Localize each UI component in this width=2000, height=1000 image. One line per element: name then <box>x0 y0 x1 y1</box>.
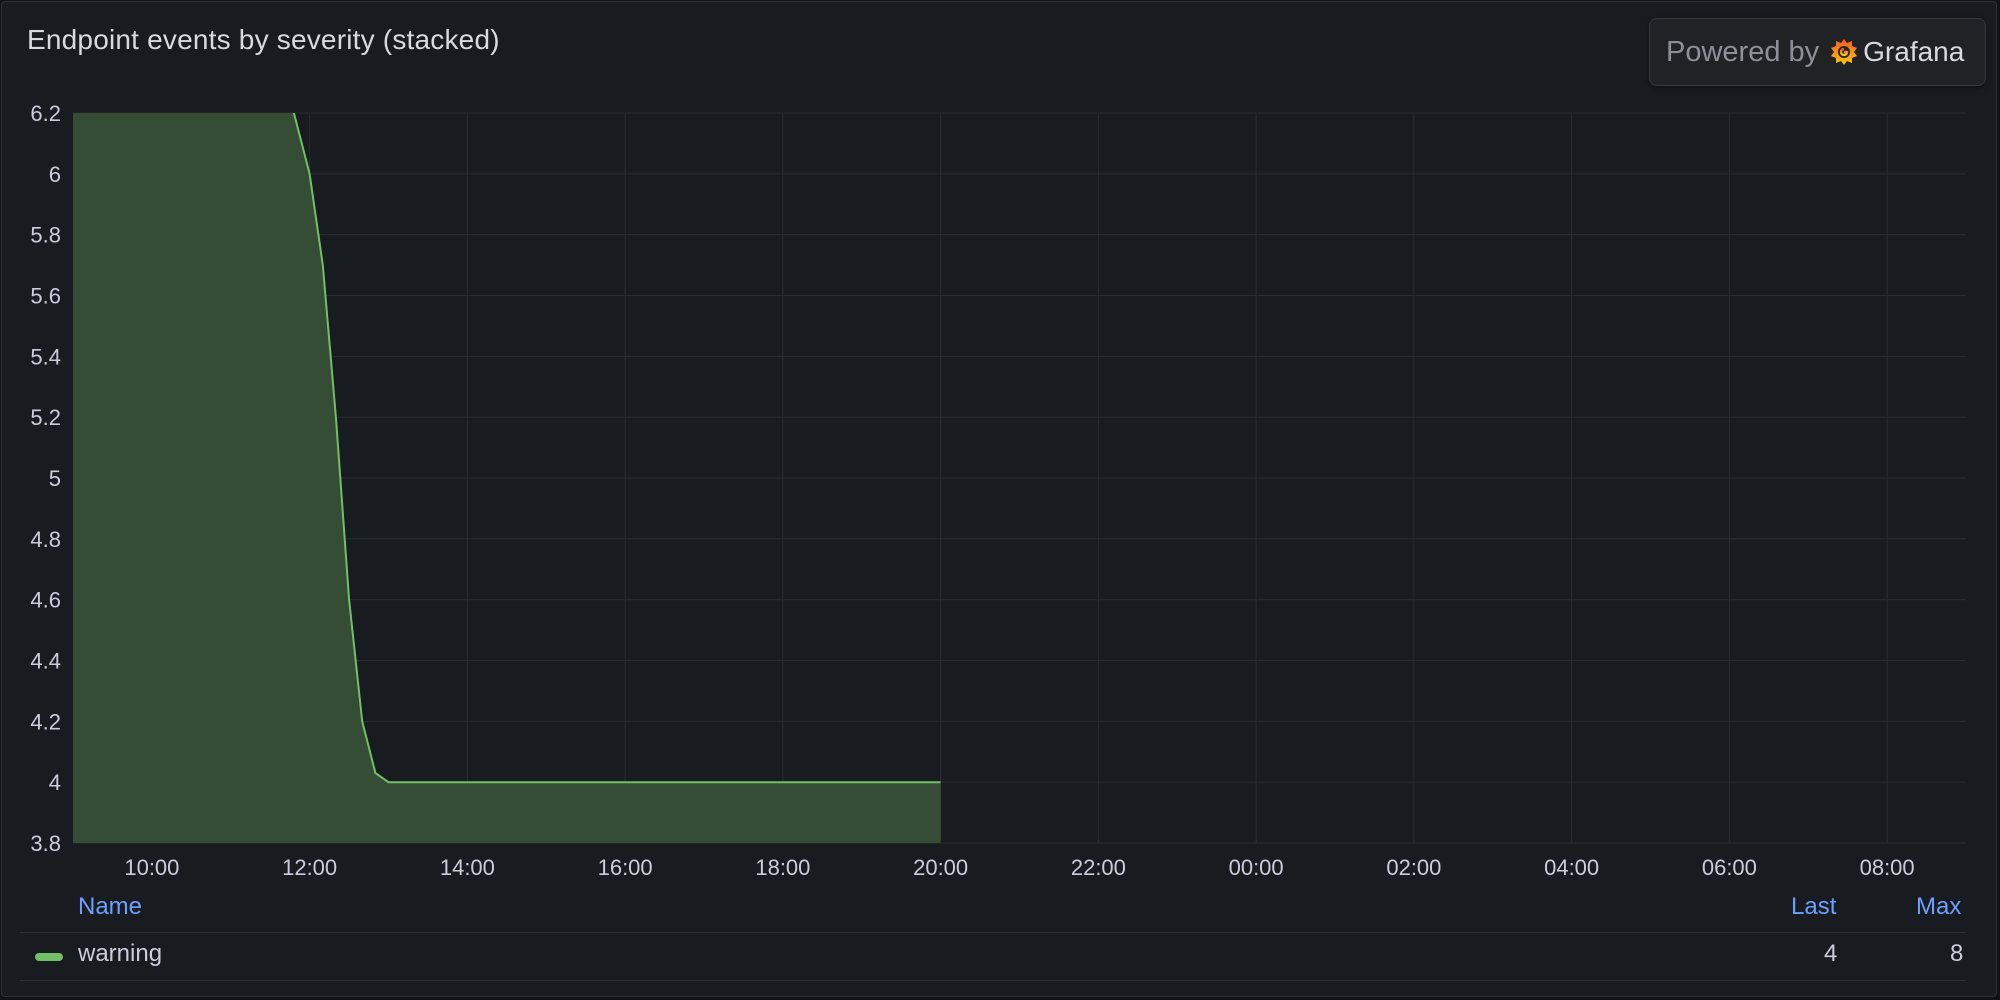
y-tick-label: 6 <box>49 162 61 187</box>
x-tick-label: 02:00 <box>1386 855 1441 880</box>
x-tick-label: 04:00 <box>1544 855 1599 880</box>
y-tick-label: 4 <box>49 770 61 795</box>
y-tick-label: 4.2 <box>30 709 61 734</box>
y-tick-label: 5.6 <box>30 284 61 309</box>
legend-header-max[interactable]: Max <box>1916 893 1961 921</box>
x-axis: 10:00 12:00 14:00 16:00 18:00 20:00 22:00 00:00… <box>124 855 1914 880</box>
y-tick-label: 3.8 <box>30 831 61 856</box>
series-layer <box>73 113 941 843</box>
legend-swatch <box>35 953 63 961</box>
x-tick-label: 12:00 <box>282 855 337 880</box>
y-tick-label: 5.4 <box>30 344 61 369</box>
y-axis: 3.8 4 4.2 4.4 4.6 4.8 5 5.2 5.4 5.6 5.8 6 6.2 <box>30 101 61 856</box>
x-tick-label: 20:00 <box>913 855 968 880</box>
legend-divider <box>20 932 1966 933</box>
legend-series-name: warning <box>78 940 163 967</box>
y-tick-label: 4.6 <box>30 588 61 613</box>
legend-header-name[interactable]: Name <box>78 893 142 921</box>
legend-header-last[interactable]: Last <box>1791 893 1836 921</box>
x-tick-label: 06:00 <box>1702 855 1757 880</box>
series-area-fill <box>73 113 941 843</box>
x-tick-label: 22:00 <box>1071 855 1126 880</box>
x-tick-label: 08:00 <box>1860 855 1915 880</box>
x-tick-label: 16:00 <box>598 855 653 880</box>
y-tick-label: 5.8 <box>30 223 61 248</box>
y-tick-label: 5 <box>49 466 61 491</box>
x-tick-label: 10:00 <box>124 855 179 880</box>
legend-max-value: 8 <box>1950 940 1964 967</box>
series-warning <box>73 113 941 843</box>
legend-divider-bottom <box>20 980 1966 981</box>
x-tick-label: 14:00 <box>440 855 495 880</box>
x-tick-label: 18:00 <box>755 855 810 880</box>
y-tick-label: 6.2 <box>30 101 61 126</box>
legend-last-value: 4 <box>1824 940 1838 967</box>
y-tick-label: 4.4 <box>30 649 61 674</box>
x-tick-label: 00:00 <box>1229 855 1284 880</box>
y-tick-label: 4.8 <box>30 527 61 552</box>
timeseries-chart[interactable]: 3.844.24.44.64.855.25.45.65.866.2 10:00 1… <box>0 0 2000 1000</box>
y-tick-label: 5.2 <box>30 405 61 430</box>
